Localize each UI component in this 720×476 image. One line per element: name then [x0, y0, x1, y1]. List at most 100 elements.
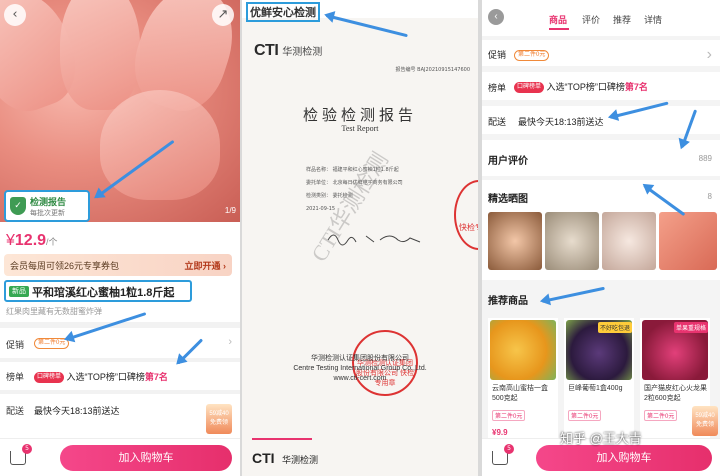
member-open-link[interactable]: 立即开通 › — [185, 259, 227, 272]
new-tag: 新品 — [9, 286, 29, 297]
review-photo[interactable] — [659, 212, 717, 270]
promo-pill: 第二件0元 — [514, 50, 550, 62]
price-value: 12.9 — [14, 232, 47, 249]
product-image — [490, 320, 556, 380]
price-unit: /个 — [46, 237, 58, 247]
rank-number: 第7名 — [624, 82, 648, 92]
member-coupon-banner[interactable]: 会员每周可领26元专享券包 立即开通 › — [4, 254, 232, 276]
side-stamp: 快检专用章 — [454, 180, 478, 250]
active-tab-underline — [549, 28, 569, 30]
cti-logo-cn: 华测检测 — [282, 47, 323, 58]
product-title-text: 平和琯溪红心蜜柚1粒1.8斤起 — [32, 287, 175, 299]
add-to-cart-button[interactable]: 加入购物车 — [60, 445, 232, 471]
recommend-title: 推荐商品 — [488, 296, 528, 307]
review-photo[interactable] — [545, 212, 599, 270]
accent-bar — [252, 438, 312, 440]
product-hero-image[interactable]: ‹ ↗ 1/9 — [0, 0, 240, 222]
tab-details[interactable]: 详情 — [644, 13, 662, 26]
report-badge-subtitle: 每批次更新 — [30, 210, 65, 217]
promo-row[interactable]: 促销 第二件0元 › — [482, 40, 720, 66]
promo-label: 促销 — [488, 50, 507, 60]
currency-symbol: ¥ — [6, 232, 15, 249]
coupon-float-card[interactable]: 59减40 免费领 — [692, 406, 718, 436]
report-header-title: 优鲜安心检测 — [246, 2, 320, 22]
product-detail-panel: ‹ 商品 评价 推荐 详情 促销 第二件0元 › 榜单 口碑榜单 入选“TOP榜… — [482, 0, 720, 476]
inspection-report-badge[interactable]: ✓ 检测报告 每批次更新 — [4, 190, 90, 222]
promo-label: 促销 — [6, 340, 25, 350]
review-photo[interactable] — [602, 212, 656, 270]
shield-check-icon: ✓ — [10, 197, 26, 215]
bottom-action-bar: 5 加入购物车 — [0, 438, 240, 476]
rank-number: 第7名 — [144, 372, 168, 382]
product-price: ¥9.9 — [492, 428, 508, 437]
footer-url: www.cti-cert.com — [333, 375, 387, 382]
rank-row[interactable]: 榜单 口碑榜单 入选“TOP榜”口碑榜第7名 — [482, 72, 720, 100]
photos-title: 精选晒图 — [488, 194, 528, 205]
test-report-panel: 优鲜安心检测 CTI 华测检测 报告编号 BAJ20210915147600 检验… — [242, 0, 478, 476]
product-limit-tag: 第二件0元 — [644, 410, 678, 421]
report-header: 优鲜安心检测 — [242, 0, 478, 22]
rank-text: 入选“TOP榜”口碑榜 — [66, 372, 145, 382]
chevron-right-icon: › — [706, 46, 712, 63]
share-icon[interactable]: ↗ — [212, 4, 234, 26]
cti-logo-en: CTI — [254, 42, 279, 59]
bottom-logo-en: CTI — [252, 450, 275, 466]
product-subtitle: 红果肉里藏有无数甜蜜炸弹 — [6, 307, 102, 316]
bottom-cti-logo: CTI 华测检测 — [252, 438, 319, 468]
tab-bar: ‹ 商品 评价 推荐 详情 — [482, 0, 720, 36]
footer-company-en: Centre Testing International Group Co.,L… — [293, 365, 427, 372]
rank-pill: 口碑榜单 — [514, 82, 545, 94]
product-name: 巨峰葡萄1盒400g — [568, 385, 623, 392]
delivery-label: 配送 — [488, 117, 507, 127]
delivery-row[interactable]: 配送 最快今天18:13前送达 — [0, 396, 240, 422]
product-corner-tag: 不好吃包退 — [597, 322, 632, 333]
delivery-label: 配送 — [6, 406, 25, 416]
delivery-text: 最快今天18:13前送达 — [34, 406, 120, 416]
rank-label: 榜单 — [6, 372, 25, 382]
cti-logo: CTI 华测检测 — [254, 42, 322, 60]
image-pager: 1/9 — [224, 206, 236, 215]
rank-text: 入选“TOP榜”口碑榜 — [546, 82, 625, 92]
fruit-segment — [60, 0, 140, 110]
add-to-cart-button[interactable]: 加入购物车 — [536, 445, 712, 471]
tab-goods[interactable]: 商品 — [549, 13, 567, 26]
photos-count[interactable]: 8 — [708, 192, 712, 201]
tab-recommend[interactable]: 推荐 — [613, 13, 631, 26]
divider — [0, 390, 240, 394]
member-coupon-text: 会员每周可领26元专享券包 — [10, 261, 120, 271]
product-name: 云南高山蜜桔一盒500克起 — [492, 385, 548, 402]
product-page-panel: ‹ ↗ 1/9 ✓ 检测报告 每批次更新 ¥12.9/个 会员每周可领26元专享… — [0, 0, 240, 476]
reviews-title: 用户评价 — [488, 156, 528, 167]
price: ¥12.9/个 — [6, 232, 58, 250]
back-icon[interactable]: ‹ — [488, 9, 504, 25]
report-footer: 华测检测认证集团股份有限公司 Centre Testing Internatio… — [242, 354, 478, 384]
footer-company-cn: 华测检测认证集团股份有限公司 — [311, 355, 409, 362]
back-icon[interactable]: ‹ — [4, 4, 26, 26]
zhihu-watermark: 知乎 @王大青 — [560, 431, 642, 446]
report-badge-title: 检测报告 — [30, 197, 67, 207]
product-name: 国产猫皮红心火龙果2粒600克起 — [644, 385, 707, 402]
report-title: 检验检测报告 — [302, 106, 417, 124]
coupon-float-card[interactable]: 59减40 免费领 — [206, 404, 232, 434]
report-number: 报告编号 BAJ20210915147600 — [395, 67, 470, 73]
tab-reviews[interactable]: 评价 — [582, 13, 600, 26]
rank-pill: 口碑榜单 — [34, 372, 65, 384]
chevron-right-icon: › — [228, 336, 232, 348]
fruit-segment — [100, 90, 220, 200]
product-card[interactable]: 云南高山蜜桔一盒500克起 第二件0元 ¥9.9 — [488, 318, 558, 446]
cart-count-badge: 5 — [504, 444, 514, 454]
delivery-row[interactable]: 配送 最快今天18:13前送达 — [482, 106, 720, 134]
product-card[interactable]: 不好吃包退 巨峰葡萄1盒400g 第二件0元 — [564, 318, 634, 446]
review-photo[interactable] — [488, 212, 542, 270]
report-subtitle: Test Report — [341, 124, 379, 133]
delivery-text: 最快今天18:13前送达 — [518, 117, 604, 127]
product-corner-tag: 单果重规格 — [673, 322, 708, 333]
product-limit-tag: 第二件0元 — [492, 410, 526, 421]
promo-row[interactable]: 促销 第二件0元 › — [0, 330, 240, 356]
product-limit-tag: 第二件0元 — [568, 410, 602, 421]
reviews-count: 889 — [698, 154, 712, 163]
rank-row[interactable]: 榜单 口碑榜单 入选“TOP榜”口碑榜第7名 — [0, 362, 240, 388]
product-title: 新品 平和琯溪红心蜜柚1粒1.8斤起 — [4, 280, 192, 302]
cart-count-badge: 5 — [22, 444, 32, 454]
bottom-logo-cn: 华测检测 — [282, 455, 319, 465]
